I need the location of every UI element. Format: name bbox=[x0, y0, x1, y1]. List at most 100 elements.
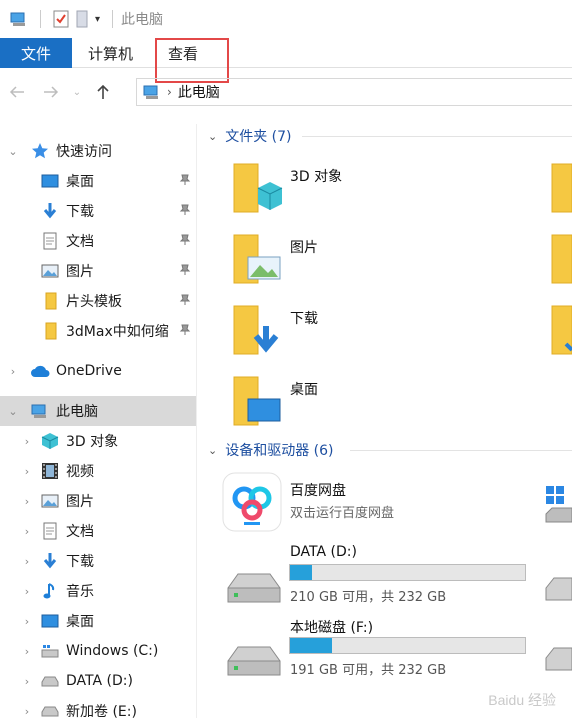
folder-item-partial[interactable] bbox=[550, 302, 572, 366]
nav-label: 图片 bbox=[66, 264, 94, 280]
drive-icon bbox=[227, 573, 281, 603]
nav-item-videos[interactable]: › 视频 bbox=[0, 456, 196, 486]
nav-item-3d-objects[interactable]: › 3D 对象 bbox=[0, 426, 196, 456]
chevron-right-icon[interactable]: › bbox=[20, 585, 34, 598]
device-item-baidu-netdisk[interactable]: 百度网盘 双击运行百度网盘 bbox=[222, 472, 462, 536]
device-item-partial[interactable] bbox=[544, 576, 572, 640]
properties-icon[interactable] bbox=[53, 10, 69, 28]
folder-item-desktop[interactable]: 桌面 bbox=[228, 373, 388, 437]
nav-label: 快速访问 bbox=[56, 144, 112, 160]
nav-item-onedrive[interactable]: › OneDrive bbox=[0, 356, 196, 386]
chevron-right-icon[interactable]: › bbox=[20, 435, 34, 448]
drive-capacity-fill bbox=[290, 565, 313, 580]
nav-item-clip-template[interactable]: 片头模板 bbox=[0, 286, 196, 316]
folder-icon bbox=[40, 322, 60, 340]
folder-icon bbox=[551, 234, 572, 284]
nav-label: 文档 bbox=[66, 234, 94, 250]
forward-button[interactable] bbox=[34, 77, 68, 107]
pin-icon[interactable] bbox=[179, 264, 191, 280]
pin-icon[interactable] bbox=[179, 204, 191, 220]
folder-item-partial[interactable] bbox=[550, 231, 572, 295]
desktop-icon bbox=[40, 172, 60, 190]
chevron-down-icon: ⌄ bbox=[208, 443, 218, 457]
chevron-right-icon[interactable]: › bbox=[6, 365, 20, 378]
chevron-down-icon[interactable]: ⌄ bbox=[6, 145, 20, 158]
pin-icon[interactable] bbox=[179, 294, 191, 310]
folder-item-partial[interactable] bbox=[550, 160, 572, 224]
title-bar: ▾ 此电脑 bbox=[0, 0, 572, 38]
chevron-right-icon[interactable]: › bbox=[20, 465, 34, 478]
nav-item-drive-e[interactable]: › 新加卷 (E:) bbox=[0, 696, 196, 718]
drive-capacity-bar bbox=[289, 637, 526, 654]
chevron-right-icon[interactable]: › bbox=[20, 675, 34, 688]
nav-label: 3D 对象 bbox=[66, 434, 119, 450]
device-item-drive-f[interactable]: 本地磁盘 (F:) 191 GB 可用，共 232 GB bbox=[198, 617, 526, 683]
folder-3d-icon bbox=[233, 163, 283, 213]
folder-desktop-icon bbox=[233, 376, 281, 426]
chevron-right-icon[interactable]: › bbox=[20, 495, 34, 508]
breadcrumb[interactable]: 此电脑 bbox=[178, 82, 220, 102]
chevron-right-icon[interactable]: › bbox=[20, 705, 34, 718]
film-icon bbox=[40, 462, 60, 480]
window-title: 此电脑 bbox=[121, 12, 164, 28]
nav-item-pc-desktop[interactable]: › 桌面 bbox=[0, 606, 196, 636]
folder-item-3d-objects[interactable]: 3D 对象 bbox=[228, 160, 388, 224]
folder-icon bbox=[551, 305, 572, 355]
drive-icon bbox=[227, 646, 281, 676]
breadcrumb-separator-icon[interactable]: › bbox=[167, 85, 172, 99]
pin-icon[interactable] bbox=[179, 324, 191, 340]
up-button[interactable] bbox=[86, 77, 120, 107]
chevron-right-icon[interactable]: › bbox=[20, 525, 34, 538]
cube-icon bbox=[40, 432, 60, 450]
group-divider bbox=[350, 450, 572, 451]
device-item-drive-d[interactable]: DATA (D:) 210 GB 可用，共 232 GB bbox=[198, 544, 526, 610]
tab-file[interactable]: 文件 bbox=[0, 38, 72, 68]
back-button[interactable] bbox=[0, 77, 34, 107]
nav-item-pc-pictures[interactable]: › 图片 bbox=[0, 486, 196, 516]
nav-item-pc-documents[interactable]: › 文档 bbox=[0, 516, 196, 546]
navigation-pane: ⌄ 快速访问 桌面 下载 文档 图片 片头模板 3dMax中如何缩 › OneD… bbox=[0, 124, 197, 718]
nav-item-music[interactable]: › 音乐 bbox=[0, 576, 196, 606]
nav-label: 桌面 bbox=[66, 174, 94, 190]
nav-item-pc-downloads[interactable]: › 下载 bbox=[0, 546, 196, 576]
arrow-left-icon bbox=[9, 86, 24, 98]
chevron-down-icon[interactable]: ⌄ bbox=[6, 405, 20, 418]
music-note-icon bbox=[40, 582, 60, 600]
chevron-down-icon: ⌄ bbox=[208, 129, 218, 143]
device-item-partial[interactable] bbox=[544, 484, 572, 548]
group-header-devices[interactable]: ⌄ 设备和驱动器 (6) bbox=[208, 438, 334, 462]
pin-icon[interactable] bbox=[179, 174, 191, 190]
nav-item-3dmax-folder[interactable]: 3dMax中如何缩 bbox=[0, 316, 196, 346]
nav-label: 3dMax中如何缩 bbox=[66, 324, 169, 340]
nav-item-this-pc[interactable]: ⌄ 此电脑 bbox=[0, 396, 196, 426]
address-field[interactable]: › 此电脑 bbox=[136, 78, 572, 106]
drive-icon bbox=[40, 702, 60, 718]
desktop-icon bbox=[40, 612, 60, 630]
document-icon bbox=[40, 232, 60, 250]
new-folder-icon[interactable] bbox=[75, 10, 89, 28]
nav-item-quick-access[interactable]: ⌄ 快速访问 bbox=[0, 136, 196, 166]
chevron-right-icon[interactable]: › bbox=[20, 645, 34, 658]
nav-item-pictures[interactable]: 图片 bbox=[0, 256, 196, 286]
tab-computer[interactable]: 计算机 bbox=[88, 38, 133, 68]
computer-icon[interactable] bbox=[10, 11, 28, 27]
recent-locations-button[interactable]: ⌄ bbox=[68, 77, 86, 107]
folder-pictures-icon bbox=[233, 234, 281, 284]
folder-item-downloads[interactable]: 下载 bbox=[228, 302, 388, 366]
nav-item-desktop[interactable]: 桌面 bbox=[0, 166, 196, 196]
drive-capacity-fill bbox=[290, 638, 332, 653]
folder-item-pictures[interactable]: 图片 bbox=[228, 231, 388, 295]
nav-item-downloads[interactable]: 下载 bbox=[0, 196, 196, 226]
chevron-right-icon[interactable]: › bbox=[20, 615, 34, 628]
drive-name: 本地磁盘 (F:) bbox=[290, 620, 374, 636]
pin-icon[interactable] bbox=[179, 234, 191, 250]
drive-info: 210 GB 可用，共 232 GB bbox=[290, 590, 447, 605]
picture-icon bbox=[40, 262, 60, 280]
group-header-folders[interactable]: ⌄ 文件夹 (7) bbox=[208, 124, 292, 148]
dropdown-arrow-icon[interactable]: ▾ bbox=[95, 14, 100, 25]
nav-item-documents[interactable]: 文档 bbox=[0, 226, 196, 256]
quick-access-toolbar: ▾ bbox=[10, 10, 119, 28]
chevron-right-icon[interactable]: › bbox=[20, 555, 34, 568]
nav-item-drive-c[interactable]: › Windows (C:) bbox=[0, 636, 196, 666]
nav-item-drive-d[interactable]: › DATA (D:) bbox=[0, 666, 196, 696]
